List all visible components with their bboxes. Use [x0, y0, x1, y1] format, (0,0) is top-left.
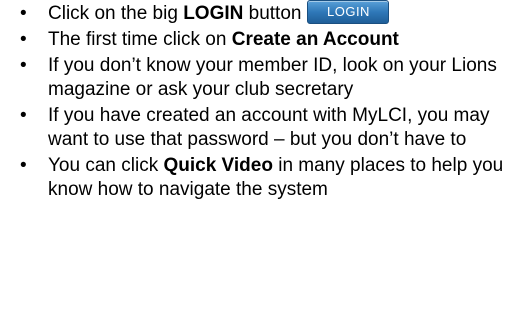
list-item-login: • Click on the big LOGIN button LOGIN	[20, 0, 514, 26]
bullet-icon: •	[20, 29, 27, 51]
item-text: If you have created an account with MyLC…	[48, 105, 490, 151]
item-text: The first time click on	[48, 29, 232, 51]
keyword-quick-video: Quick Video	[163, 155, 273, 177]
slide: • Click on the big LOGIN button LOGIN • T…	[0, 0, 516, 320]
item-text: You can click	[48, 155, 164, 177]
keyword-login: LOGIN	[183, 3, 244, 25]
bullet-icon: •	[20, 155, 27, 177]
item-text: Click on the big	[48, 3, 184, 25]
list-item-member-id: • If you don’t know your member ID, look…	[20, 54, 514, 102]
item-text: button	[243, 3, 302, 25]
instruction-list: • Click on the big LOGIN button LOGIN • T…	[20, 0, 514, 204]
bullet-icon: •	[20, 3, 27, 24]
item-text: If you don’t know your member ID, look o…	[48, 55, 497, 101]
login-button[interactable]: LOGIN	[307, 0, 390, 24]
bullet-icon: •	[20, 105, 27, 127]
list-item-quick-video: • You can click Quick Video in many plac…	[20, 154, 514, 202]
list-item-password: • If you have created an account with My…	[20, 104, 514, 152]
list-item-create-account: • The first time click on Create an Acco…	[20, 28, 514, 52]
bullet-icon: •	[20, 55, 27, 77]
keyword-create-account: Create an Account	[231, 29, 399, 51]
